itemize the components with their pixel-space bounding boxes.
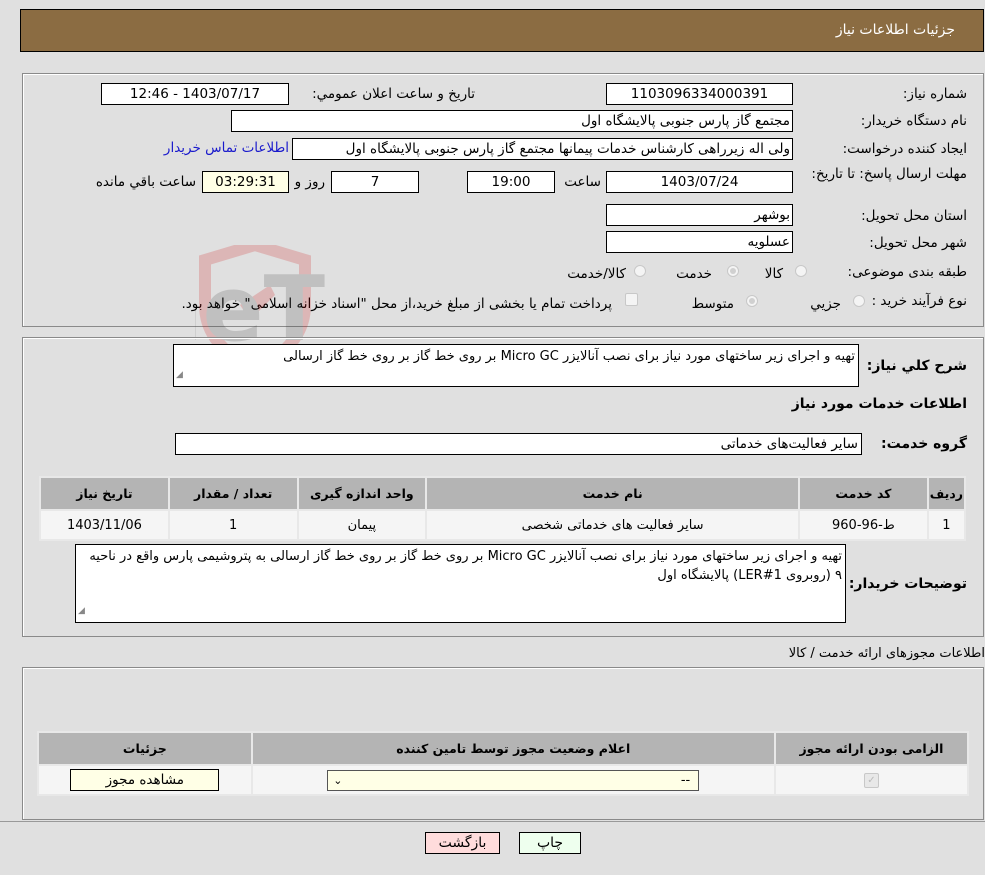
category-goods-service-label: کالا/خدمت xyxy=(567,266,626,282)
city-label: شهر محل تحویل: xyxy=(869,235,967,251)
cell-unit: پیمان xyxy=(296,509,428,541)
announce-field: 1403/07/17 - 12:46 xyxy=(101,83,289,105)
process-medium-label: متوسط xyxy=(691,296,734,312)
page-title: جزئیات اطلاعات نیاز xyxy=(835,22,955,38)
buyer-notes-label: توضیحات خریدار: xyxy=(848,576,967,592)
col-need-date: تاریخ نیاز xyxy=(39,476,170,511)
cell-permit-required: ✓ xyxy=(773,764,970,796)
creator-label: ایجاد کننده درخواست: xyxy=(842,141,967,157)
table-row: 1 ط-96-960 سایر فعالیت های خدماتی شخصی پ… xyxy=(39,509,967,541)
service-group-label: گروه خدمت: xyxy=(881,436,967,452)
announce-label: تاریخ و ساعت اعلان عمومي: xyxy=(312,86,475,102)
cell-need-date: 1403/11/06 xyxy=(39,509,170,541)
buyer-notes-textarea[interactable]: تهیه و اجرای زیر ساختهای مورد نیاز برای … xyxy=(75,544,846,623)
category-goods-label: کالا xyxy=(764,266,783,282)
print-button[interactable]: چاپ xyxy=(519,832,581,854)
col-permit-details: جزئیات xyxy=(37,731,253,766)
province-field: بوشهر xyxy=(606,204,793,226)
need-number-field: 1103096334000391 xyxy=(606,83,793,105)
category-radio-goods-service[interactable] xyxy=(634,265,646,277)
time-remaining-label: ساعت باقي مانده xyxy=(95,174,196,190)
deadline-date-field: 1403/07/24 xyxy=(606,171,793,193)
services-table: ردیف کد خدمت نام خدمت واحد اندازه گیری ت… xyxy=(39,476,967,541)
services-heading: اطلاعات خدمات مورد نیاز xyxy=(791,396,967,412)
category-service-label: خدمت xyxy=(676,266,712,282)
province-label: استان محل تحویل: xyxy=(861,208,967,224)
permit-required-checkbox: ✓ xyxy=(863,773,879,788)
buyer-org-field: مجتمع گاز پارس جنوبی پالایشگاه اول xyxy=(231,110,793,132)
category-label: طبقه بندی موضوعی: xyxy=(847,264,967,280)
process-label: نوع فرآیند خرید : xyxy=(871,293,967,309)
permits-heading: اطلاعات مجوزهای ارائه خدمت / کالا xyxy=(788,646,985,661)
description-text: تهیه و اجرای زیر ساختهای مورد نیاز برای … xyxy=(283,349,855,364)
time-remaining-field: 03:29:31 xyxy=(202,171,289,193)
footer-divider xyxy=(0,821,985,822)
resize-grip-icon[interactable]: ◢ xyxy=(78,602,85,621)
services-table-header: ردیف کد خدمت نام خدمت واحد اندازه گیری ت… xyxy=(39,476,967,511)
col-row: ردیف xyxy=(926,476,967,511)
permit-status-select[interactable]: -- ⌄ xyxy=(327,769,700,791)
cell-service-name: سایر فعالیت های خدماتی شخصی xyxy=(425,509,801,541)
deadline-time-label: ساعت xyxy=(564,174,601,190)
cell-permit-status: -- ⌄ xyxy=(250,764,776,796)
back-button[interactable]: بازگشت xyxy=(425,832,500,854)
cell-service-code: ط-96-960 xyxy=(798,509,929,541)
cell-quantity: 1 xyxy=(167,509,299,541)
creator-field: ولی اله زیرراهی کارشناس خدمات پیمانها مج… xyxy=(292,138,793,160)
cell-row: 1 xyxy=(926,509,967,541)
days-remaining-field: 7 xyxy=(331,171,419,193)
process-radio-minor[interactable] xyxy=(853,295,865,307)
process-radio-medium[interactable] xyxy=(746,295,758,307)
category-radio-goods[interactable] xyxy=(795,265,807,277)
chevron-down-icon: ⌄ xyxy=(333,773,343,787)
process-minor-label: جزيي xyxy=(810,296,841,312)
need-number-label: شماره نیاز: xyxy=(902,86,967,102)
buyer-org-label: نام دستگاه خریدار: xyxy=(860,113,967,129)
col-permit-required: الزامی بودن ارائه مجوز xyxy=(773,731,970,766)
permits-table: الزامی بودن ارائه مجوز اعلام وضعیت مجوز … xyxy=(37,731,970,796)
days-label: روز و xyxy=(294,174,325,190)
treasury-checkbox[interactable] xyxy=(625,293,638,306)
permits-table-header: الزامی بودن ارائه مجوز اعلام وضعیت مجوز … xyxy=(37,731,970,766)
treasury-note: پرداخت تمام یا بخشی از مبلغ خرید،از محل … xyxy=(181,296,612,312)
buyer-contact-link[interactable]: اطلاعات تماس خریدار xyxy=(164,140,289,156)
resize-grip-icon[interactable]: ◢ xyxy=(176,366,183,385)
cell-permit-details: مشاهده مجوز xyxy=(37,764,253,796)
view-permit-button[interactable]: مشاهده مجوز xyxy=(70,769,220,791)
col-permit-status: اعلام وضعیت مجوز توسط تامین کننده xyxy=(250,731,776,766)
col-unit: واحد اندازه گیری xyxy=(296,476,428,511)
description-label: شرح کلي نیاز: xyxy=(866,358,967,374)
permit-status-value: -- xyxy=(680,772,691,788)
service-group-field: سایر فعالیت‌های خدماتی xyxy=(175,433,862,455)
deadline-time-field: 19:00 xyxy=(467,171,555,193)
col-service-code: کد خدمت xyxy=(798,476,929,511)
page-header: جزئیات اطلاعات نیاز xyxy=(20,9,984,52)
table-row: ✓ -- ⌄ مشاهده مجوز xyxy=(37,764,970,796)
col-quantity: تعداد / مقدار xyxy=(167,476,299,511)
city-field: عسلویه xyxy=(606,231,793,253)
deadline-label: مهلت ارسال پاسخ: تا تاریخ: xyxy=(811,166,967,182)
description-textarea[interactable]: تهیه و اجرای زیر ساختهای مورد نیاز برای … xyxy=(173,344,859,387)
category-radio-service[interactable] xyxy=(727,265,739,277)
buyer-notes-text: تهیه و اجرای زیر ساختهای مورد نیاز برای … xyxy=(89,549,842,583)
col-service-name: نام خدمت xyxy=(425,476,801,511)
